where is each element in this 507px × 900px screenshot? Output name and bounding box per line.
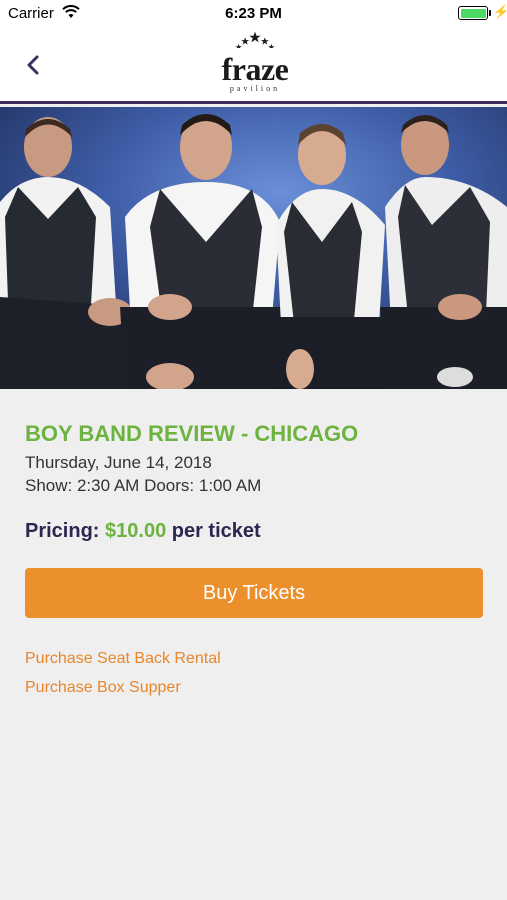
status-bar: Carrier 6:23 PM ⚡	[0, 0, 507, 26]
pricing-line: Pricing: $10.00 per ticket	[25, 520, 261, 543]
back-button[interactable]	[22, 50, 46, 80]
chevron-left-icon	[27, 55, 39, 75]
logo-wordmark: fraze	[221, 51, 289, 87]
buy-tickets-button[interactable]: Buy Tickets	[25, 568, 483, 618]
logo-subtext: pavilion	[229, 84, 281, 93]
battery-tip	[489, 10, 491, 16]
pricing-label: Pricing:	[25, 520, 100, 542]
event-hero-image	[0, 107, 507, 389]
box-supper-link[interactable]: Purchase Box Supper	[25, 679, 181, 697]
charging-icon: ⚡	[493, 4, 507, 19]
battery-icon	[458, 6, 488, 20]
event-title: BOY BAND REVIEW - CHICAGO	[25, 421, 359, 446]
seat-back-rental-link[interactable]: Purchase Seat Back Rental	[25, 650, 221, 668]
ticket-price: $10.00	[105, 520, 167, 542]
event-date: Thursday, June 14, 2018	[25, 453, 212, 472]
stars-icon	[235, 31, 275, 48]
event-showtimes: Show: 2:30 AM Doors: 1:00 AM	[25, 476, 262, 495]
clock: 6:23 PM	[225, 5, 282, 22]
price-suffix: per ticket	[171, 520, 261, 542]
nav-bar: fraze pavilion	[0, 26, 507, 104]
fraze-logo: fraze pavilion	[205, 30, 305, 96]
